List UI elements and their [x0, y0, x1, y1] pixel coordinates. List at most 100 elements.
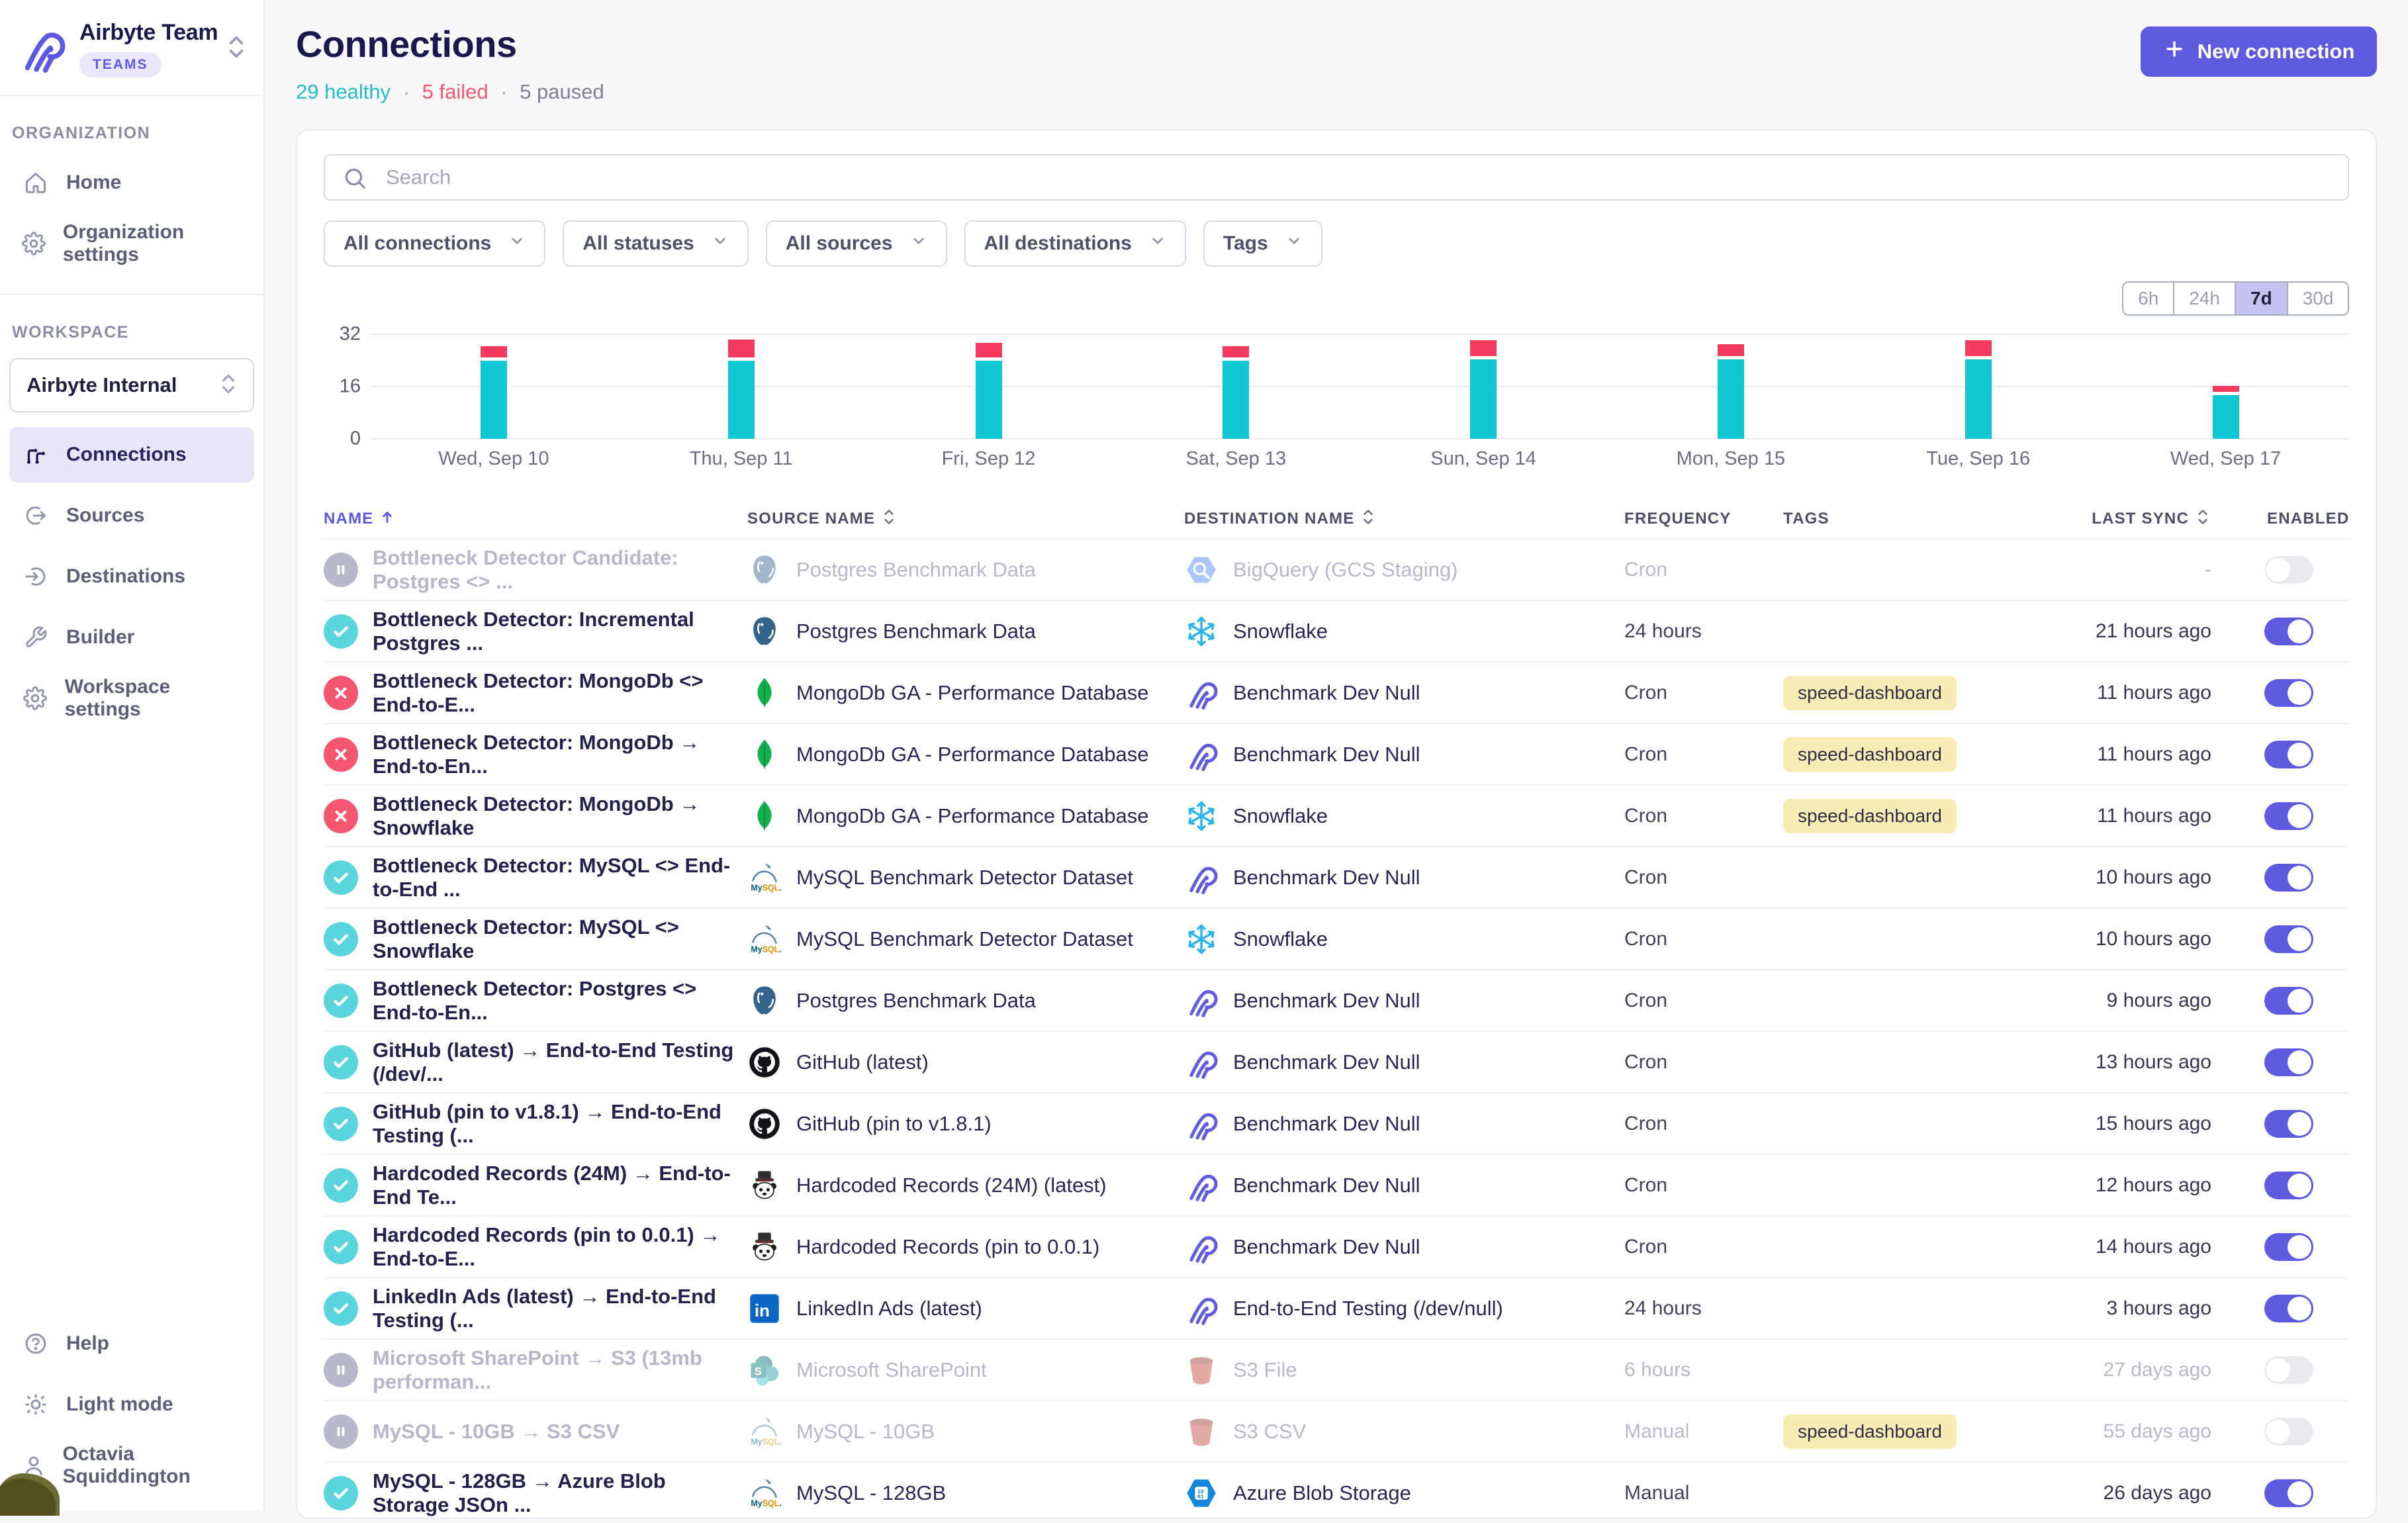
filter-all-statuses[interactable]: All statuses: [563, 220, 748, 267]
tags-cell: speed-dashboard: [1783, 737, 2074, 772]
search-input[interactable]: [324, 154, 2349, 201]
healthy-status-icon: [324, 1476, 358, 1510]
workspace-section-label: WORKSPACE: [0, 295, 263, 354]
sidebar-item-builder[interactable]: Builder: [9, 610, 254, 665]
enabled-toggle[interactable]: [2264, 618, 2313, 645]
filter-label: All sources: [786, 232, 893, 255]
filter-all-destinations[interactable]: All destinations: [964, 220, 1186, 267]
enabled-toggle[interactable]: [2264, 802, 2313, 830]
frequency-value: Cron: [1624, 1051, 1783, 1074]
destination-name: BigQuery (GCS Staging): [1233, 558, 1458, 582]
enabled-toggle[interactable]: [2264, 1110, 2313, 1138]
sidebar-item-home[interactable]: Home: [9, 155, 254, 210]
enabled-toggle[interactable]: [2264, 864, 2313, 892]
sidebar-item-organization-settings[interactable]: Organization settings: [9, 216, 254, 271]
table-row[interactable]: Bottleneck Detector: MongoDb <> End-to-E…: [324, 661, 2349, 723]
column-header-frequency: FREQUENCY: [1624, 510, 1783, 528]
enabled-toggle[interactable]: [2264, 1295, 2313, 1322]
destinations-icon: [21, 565, 50, 588]
sidebar-item-light-mode[interactable]: Light mode: [9, 1377, 254, 1432]
workspace-selector[interactable]: Airbyte Internal: [9, 358, 254, 412]
table-row[interactable]: Bottleneck Detector: Postgres <> End-to-…: [324, 969, 2349, 1031]
column-header-label: DESTINATION NAME: [1184, 510, 1354, 528]
toggle-knob: [2288, 927, 2311, 951]
chart-plot-area: [370, 334, 2349, 439]
sidebar: Airbyte Team TEAMS ORGANIZATION HomeOrga…: [0, 0, 265, 1510]
table-row[interactable]: Bottleneck Detector: MongoDb → Snowflake…: [324, 784, 2349, 846]
time-range-6h[interactable]: 6h: [2123, 283, 2173, 314]
paused-status-icon: [324, 1353, 358, 1387]
source-name: Hardcoded Records (pin to 0.0.1): [796, 1235, 1099, 1259]
chevron-down-icon: [508, 232, 526, 255]
table-row[interactable]: MySQL - 10GB → S3 CSVMySQL.MySQL - 10GBS…: [324, 1400, 2349, 1461]
sort-icon: [1360, 507, 1377, 531]
enabled-toggle[interactable]: [2264, 556, 2313, 584]
toggle-knob: [2288, 743, 2311, 766]
sidebar-item-connections[interactable]: Connections: [9, 427, 254, 483]
enabled-toggle[interactable]: [2264, 1356, 2313, 1384]
team-plan-badge: TEAMS: [79, 52, 162, 77]
frequency-value: Cron: [1624, 1174, 1783, 1197]
source-name: Postgres Benchmark Data: [796, 620, 1036, 643]
filter-all-sources[interactable]: All sources: [766, 220, 947, 267]
toggle-knob: [2266, 558, 2290, 582]
sidebar-item-workspace-settings[interactable]: Workspace settings: [9, 670, 254, 726]
table-row[interactable]: Bottleneck Detector: MySQL <> SnowflakeM…: [324, 907, 2349, 969]
connection-name: Bottleneck Detector: MongoDb → Snowflake: [373, 792, 747, 840]
team-switcher[interactable]: Airbyte Team TEAMS: [0, 0, 263, 95]
enabled-toggle[interactable]: [2264, 987, 2313, 1015]
airbyte-icon: [1184, 1045, 1219, 1080]
table-row[interactable]: GitHub (pin to v1.8.1) → End-to-End Test…: [324, 1092, 2349, 1154]
table-row[interactable]: GitHub (latest) → End-to-End Testing (/d…: [324, 1031, 2349, 1092]
failed-count: 5 failed: [422, 80, 488, 103]
tag-badge: speed-dashboard: [1783, 737, 1957, 772]
column-header-label: SOURCE NAME: [747, 510, 875, 528]
sidebar-item-sources[interactable]: Sources: [9, 488, 254, 543]
toggle-knob: [2288, 1174, 2311, 1197]
time-range-7d[interactable]: 7d: [2235, 283, 2287, 314]
enabled-toggle[interactable]: [2264, 1479, 2313, 1507]
sidebar-item-help[interactable]: Help: [9, 1316, 254, 1371]
help-icon: [21, 1332, 50, 1356]
sidebar-item-label: Organization settings: [63, 221, 242, 266]
table-row[interactable]: Bottleneck Detector: Incremental Postgre…: [324, 600, 2349, 661]
connections-card: All connections All statuses All sources Al…: [296, 129, 2377, 1519]
column-header-name[interactable]: NAME: [324, 508, 747, 530]
enabled-toggle[interactable]: [2264, 925, 2313, 953]
y-tick-label: 32: [340, 324, 361, 346]
tags-cell: speed-dashboard: [1783, 676, 2074, 710]
enabled-toggle[interactable]: [2264, 679, 2313, 707]
enabled-toggle[interactable]: [2264, 1233, 2313, 1261]
sidebar-item-destinations[interactable]: Destinations: [9, 549, 254, 604]
github-icon: [747, 1045, 782, 1080]
column-header-last-sync[interactable]: LAST SYNC: [2074, 507, 2223, 531]
enabled-toggle[interactable]: [2264, 1418, 2313, 1446]
destination-name: Benchmark Dev Null: [1233, 743, 1420, 766]
column-header-source[interactable]: SOURCE NAME: [747, 507, 1184, 531]
bar-succeeded: [1223, 361, 1249, 439]
enabled-toggle[interactable]: [2264, 1048, 2313, 1076]
time-range-24h[interactable]: 24h: [2173, 283, 2235, 314]
table-row[interactable]: Hardcoded Records (pin to 0.0.1) → End-t…: [324, 1215, 2349, 1277]
filter-tags[interactable]: Tags: [1203, 220, 1322, 267]
last-sync-value: 27 days ago: [2074, 1359, 2223, 1381]
new-connection-button[interactable]: New connection: [2141, 26, 2378, 77]
table-row[interactable]: Microsoft SharePoint → S3 (13mb performa…: [324, 1338, 2349, 1400]
table-row[interactable]: MySQL - 128GB → Azure Blob Storage JSOn …: [324, 1461, 2349, 1523]
connection-name: Hardcoded Records (pin to 0.0.1) → End-t…: [373, 1223, 747, 1271]
time-range-30d[interactable]: 30d: [2287, 283, 2348, 314]
healthy-count: 29 healthy: [296, 80, 391, 103]
sidebar-item-label: Light mode: [66, 1393, 173, 1416]
table-row[interactable]: Bottleneck Detector: MongoDb → End-to-En…: [324, 723, 2349, 784]
frequency-value: Cron: [1624, 559, 1783, 581]
table-row[interactable]: Bottleneck Detector: MySQL <> End-to-End…: [324, 846, 2349, 907]
last-sync-value: 3 hours ago: [2074, 1297, 2223, 1320]
table-row[interactable]: Bottleneck Detector Candidate: Postgres …: [324, 538, 2349, 600]
enabled-toggle[interactable]: [2264, 741, 2313, 768]
column-header-destination[interactable]: DESTINATION NAME: [1184, 507, 1624, 531]
filter-all-connections[interactable]: All connections: [324, 220, 545, 267]
enabled-toggle[interactable]: [2264, 1172, 2313, 1199]
status-summary: 29 healthy · 5 failed · 5 paused: [296, 80, 604, 104]
table-row[interactable]: Hardcoded Records (24M) → End-to-End Te.…: [324, 1154, 2349, 1215]
table-row[interactable]: LinkedIn Ads (latest) → End-to-End Testi…: [324, 1277, 2349, 1338]
